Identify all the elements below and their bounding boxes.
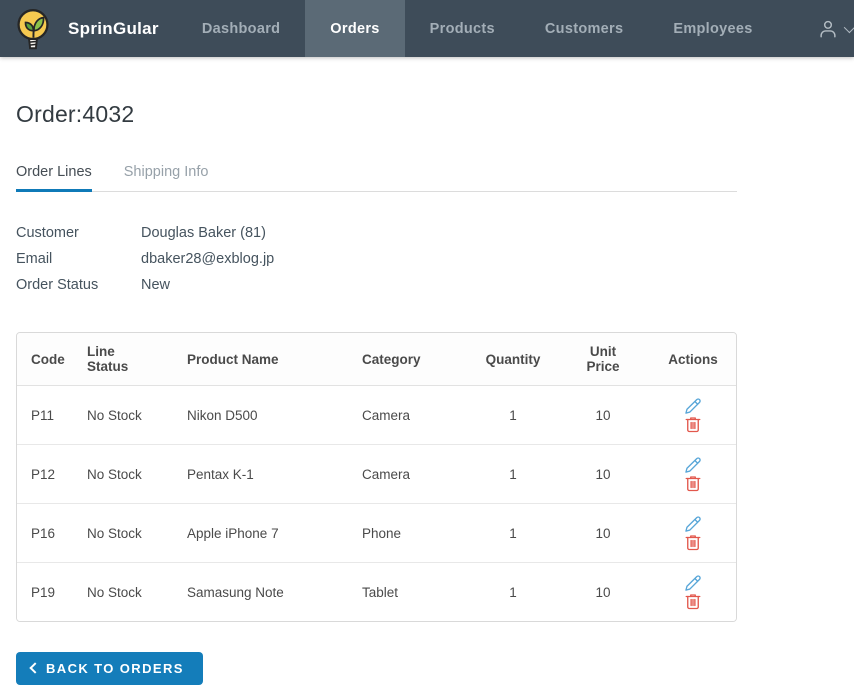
brand[interactable]: SprinGular <box>0 0 177 57</box>
nav-item-products[interactable]: Products <box>405 0 520 57</box>
cell-quantity: 1 <box>468 444 558 504</box>
nav-right <box>778 0 854 57</box>
header-category: Category <box>348 333 468 386</box>
delete-button[interactable] <box>675 592 711 610</box>
chevron-down-icon <box>843 21 854 33</box>
brand-name: SprinGular <box>68 18 159 38</box>
tab-order-lines[interactable]: Order Lines <box>16 164 92 192</box>
edit-pencil-icon <box>685 398 701 414</box>
user-icon <box>817 18 839 40</box>
cell-product-name: Samasung Note <box>173 562 348 621</box>
back-to-orders-button[interactable]: BACK TO ORDERS <box>16 652 203 685</box>
delete-trash-icon <box>685 476 701 492</box>
header-code: Code <box>17 333 73 386</box>
delete-trash-icon <box>685 535 701 551</box>
nav-item-orders[interactable]: Orders <box>305 0 405 57</box>
email-value: dbaker28@exblog.jp <box>141 251 275 267</box>
delete-trash-icon <box>685 417 701 433</box>
order-status-value: New <box>141 277 171 293</box>
header-unit-price: Unit Price <box>558 333 648 386</box>
detail-row-customer: Customer Douglas Baker (81) <box>16 220 737 246</box>
cell-category: Camera <box>348 444 468 504</box>
edit-button[interactable] <box>675 397 711 415</box>
edit-pencil-icon <box>685 516 701 532</box>
cell-quantity: 1 <box>468 562 558 621</box>
tabs: Order Lines Shipping Info <box>16 164 737 192</box>
header-actions: Actions <box>648 333 736 386</box>
cell-category: Tablet <box>348 562 468 621</box>
cell-code: P12 <box>17 444 73 504</box>
table-row: P16 No Stock Apple iPhone 7 Phone 1 10 <box>17 503 736 563</box>
chevron-left-icon <box>29 662 41 674</box>
cell-product-name: Pentax K-1 <box>173 444 348 504</box>
detail-row-email: Email dbaker28@exblog.jp <box>16 246 737 272</box>
table-row: P12 No Stock Pentax K-1 Camera 1 10 <box>17 444 736 504</box>
cell-code: P19 <box>17 562 73 621</box>
cell-category: Phone <box>348 503 468 563</box>
delete-button[interactable] <box>675 474 711 492</box>
tab-shipping-info[interactable]: Shipping Info <box>124 164 209 192</box>
cell-product-name: Nikon D500 <box>173 385 348 445</box>
table-row: P11 No Stock Nikon D500 Camera 1 10 <box>17 385 736 445</box>
cell-code: P16 <box>17 503 73 563</box>
delete-button[interactable] <box>675 415 711 433</box>
email-label: Email <box>16 251 53 267</box>
table-header-row: Code Line Status Product Name Category Q… <box>17 333 736 386</box>
delete-button[interactable] <box>675 533 711 551</box>
header-quantity: Quantity <box>468 333 558 386</box>
table-row: P19 No Stock Samasung Note Tablet 1 10 <box>17 562 736 621</box>
cell-quantity: 1 <box>468 503 558 563</box>
cell-line-status: No Stock <box>73 385 173 445</box>
nav-item-employees[interactable]: Employees <box>648 0 777 57</box>
cell-category: Camera <box>348 385 468 445</box>
delete-trash-icon <box>685 594 701 610</box>
cell-product-name: Apple iPhone 7 <box>173 503 348 563</box>
edit-pencil-icon <box>685 457 701 473</box>
detail-row-order-status: Order Status New <box>16 272 737 298</box>
nav-item-customers[interactable]: Customers <box>520 0 648 57</box>
cell-line-status: No Stock <box>73 503 173 563</box>
cell-code: P11 <box>17 385 73 445</box>
cell-line-status: No Stock <box>73 444 173 504</box>
header-product-name: Product Name <box>173 333 348 386</box>
edit-pencil-icon <box>685 575 701 591</box>
cell-unit-price: 10 <box>558 562 648 621</box>
navbar: SprinGular Dashboard Orders Products Cus… <box>0 0 854 57</box>
order-details: Customer Douglas Baker (81) Email dbaker… <box>16 220 737 298</box>
cell-unit-price: 10 <box>558 385 648 445</box>
cell-quantity: 1 <box>468 385 558 445</box>
order-status-label: Order Status <box>16 277 99 293</box>
edit-button[interactable] <box>675 574 711 592</box>
page-title: Order:4032 <box>16 101 135 127</box>
logo-lightbulb-leaf-icon <box>12 7 54 51</box>
cell-unit-price: 10 <box>558 503 648 563</box>
main-content: Order:4032 Order Lines Shipping Info Cus… <box>16 101 737 685</box>
order-lines-table-wrap: Code Line Status Product Name Category Q… <box>16 332 737 622</box>
customer-value: Douglas Baker (81) <box>141 225 266 241</box>
header-line-status: Line Status <box>73 333 173 386</box>
edit-button[interactable] <box>675 515 711 533</box>
user-menu[interactable] <box>779 18 854 40</box>
nav-items: Dashboard Orders Products Customers Empl… <box>177 0 778 57</box>
customer-label: Customer <box>16 225 79 241</box>
cell-line-status: No Stock <box>73 562 173 621</box>
nav-item-dashboard[interactable]: Dashboard <box>177 0 305 57</box>
edit-button[interactable] <box>675 456 711 474</box>
back-to-orders-label: BACK TO ORDERS <box>46 661 184 676</box>
cell-unit-price: 10 <box>558 444 648 504</box>
order-lines-table: Code Line Status Product Name Category Q… <box>17 333 736 621</box>
